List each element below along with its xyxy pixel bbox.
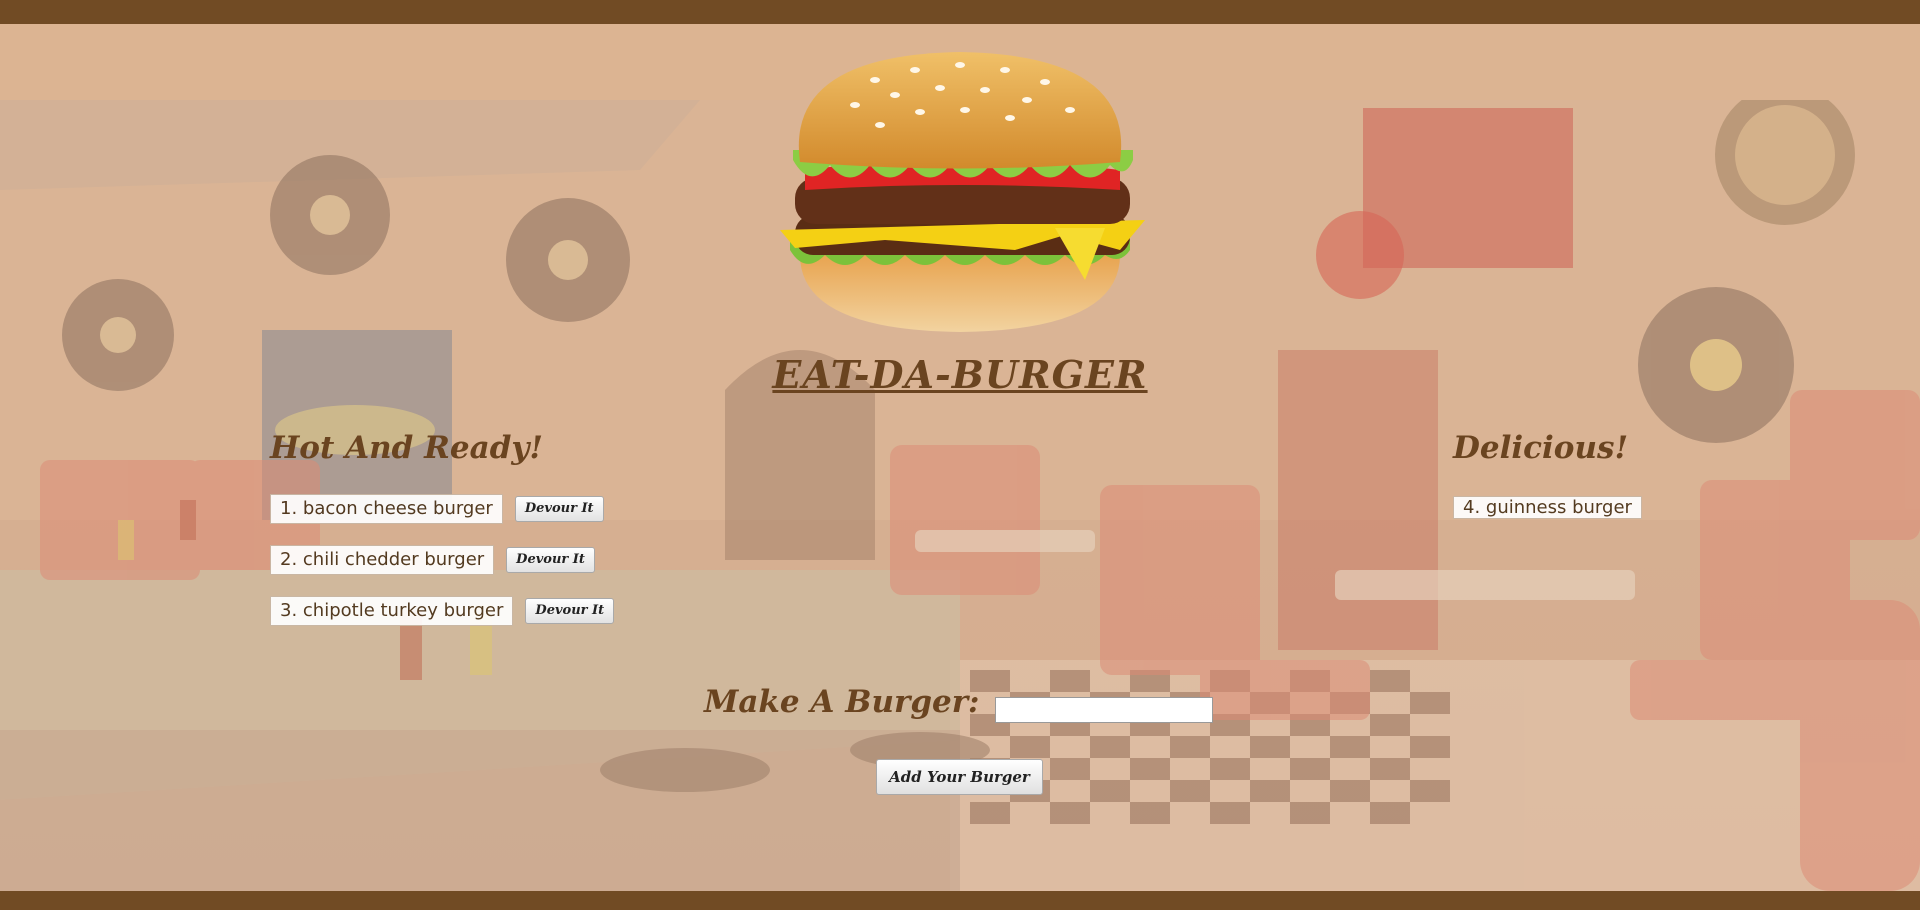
burger-name: 1. bacon cheese burger [270,494,503,524]
list-item: 2. chili chedder burger Devour It [270,545,595,575]
devour-button[interactable]: Devour It [525,598,615,624]
devoured-list-item: 4. guinness burger [1453,494,1642,522]
page-title: EAT-DA-BURGER [772,352,1148,397]
top-border [0,0,1920,24]
make-burger-label: Make A Burger: [704,684,980,720]
devour-button[interactable]: Devour It [514,496,604,522]
burger-name: 4. guinness burger [1453,496,1642,519]
bottom-border [0,891,1920,910]
burger-name: 2. chili chedder burger [270,545,495,575]
burger-name: 3. chipotle turkey burger [270,596,514,626]
burger-name-input[interactable] [995,697,1213,723]
list-item: 1. bacon cheese burger Devour It [270,494,604,524]
list-item: 3. chipotle turkey burger Devour It [270,596,615,626]
hot-and-ready-heading: Hot And Ready! [270,430,544,466]
devour-button[interactable]: Devour It [506,547,595,573]
hamburger-icon [765,50,1155,340]
add-burger-button[interactable]: Add Your Burger [876,759,1043,795]
delicious-heading: Delicious! [1453,430,1629,466]
